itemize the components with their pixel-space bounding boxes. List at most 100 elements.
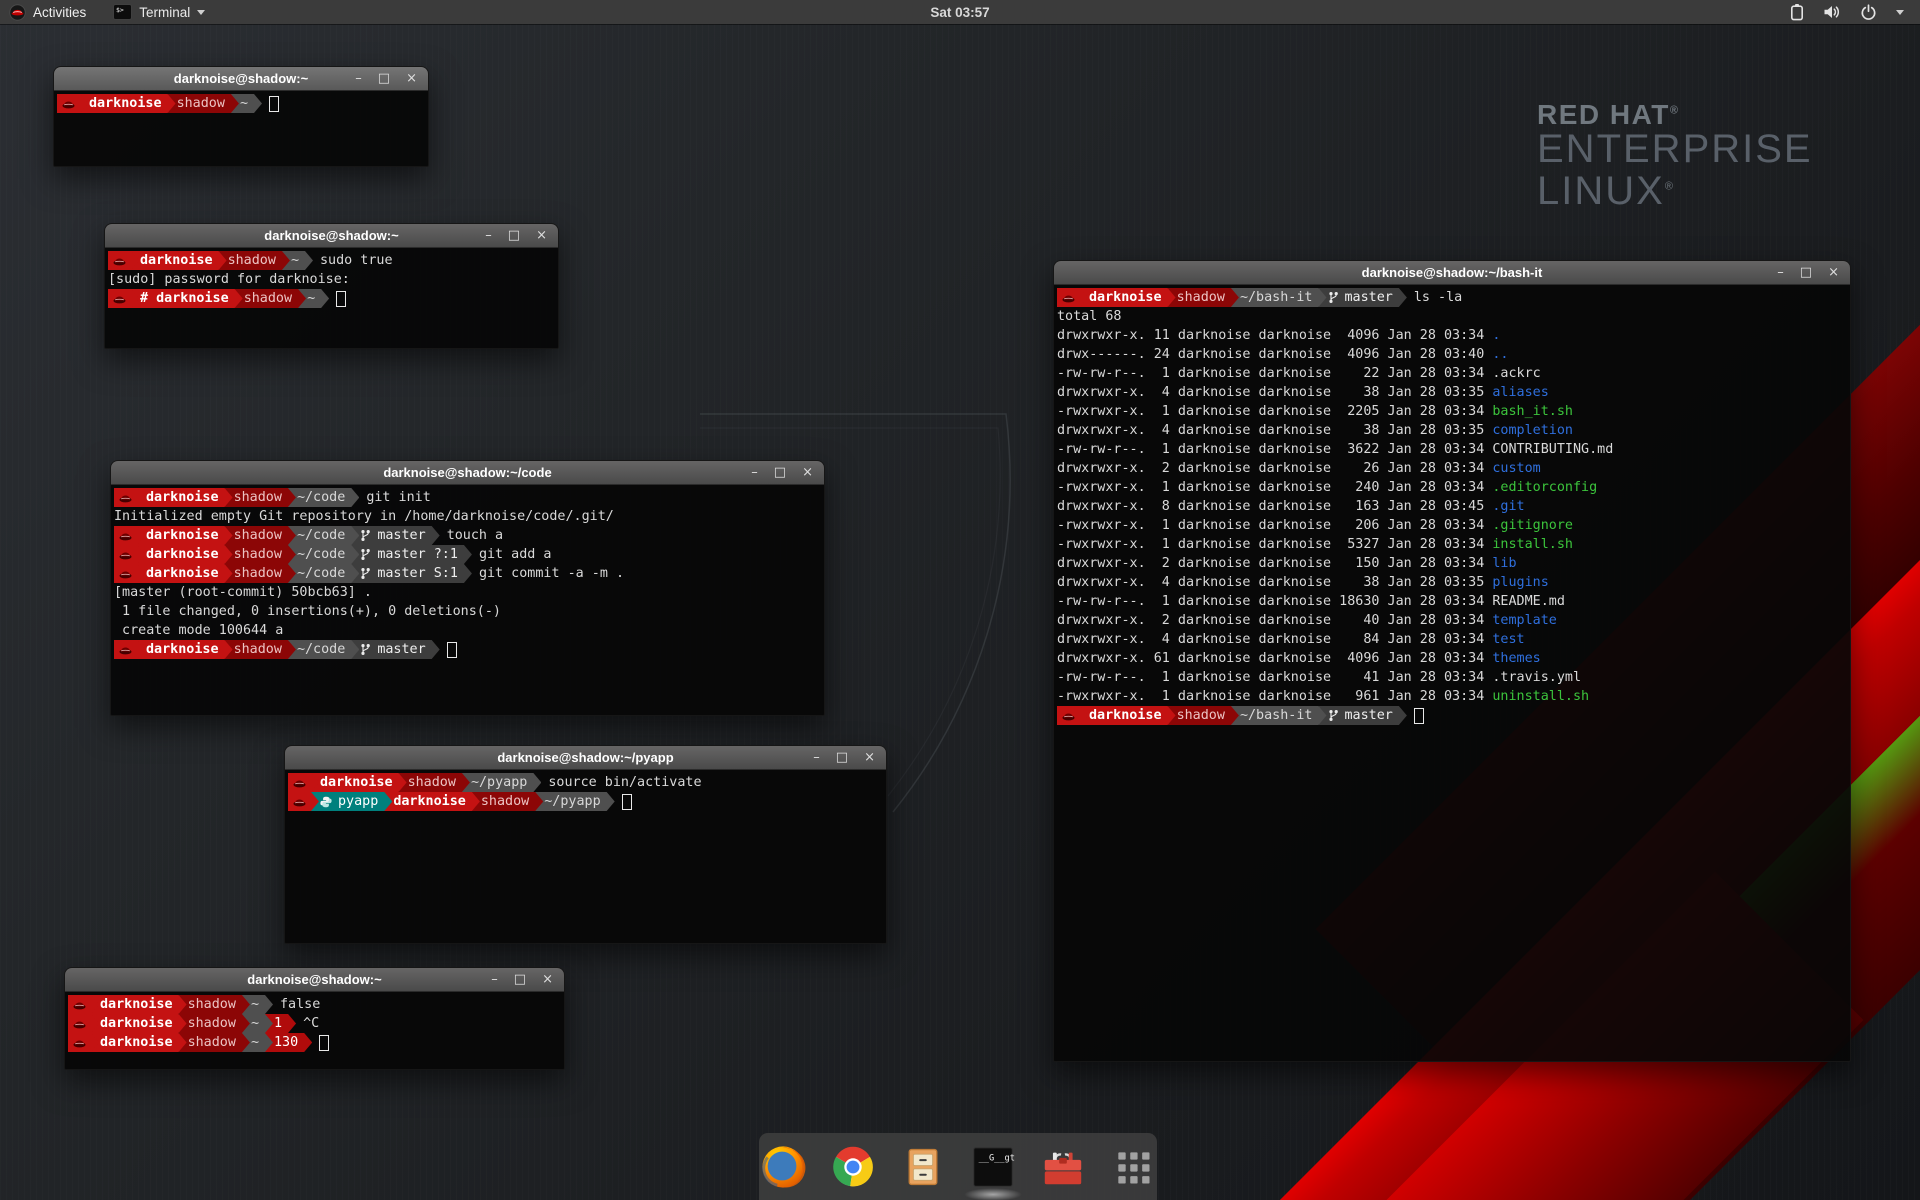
prompt-host-segment: shadow (472, 792, 543, 811)
minimize-button[interactable]: – (1777, 266, 1784, 279)
terminal-output-line: -rwxrwxr-x. 1 darknoise darknoise 961 Ja… (1057, 687, 1850, 706)
file-name: themes (1492, 649, 1540, 668)
power-icon[interactable] (1860, 4, 1877, 21)
prompt-user-segment: darknoise (137, 640, 233, 659)
minimize-button[interactable]: – (355, 72, 362, 85)
ls-meta: -rw-rw-r--. 1 darknoise darknoise 41 Jan… (1057, 668, 1492, 687)
command-text: false (280, 995, 320, 1014)
terminal-cursor (622, 794, 632, 810)
terminal-cursor (319, 1035, 329, 1051)
minimize-button[interactable]: – (485, 229, 492, 242)
close-button[interactable]: × (802, 466, 813, 479)
venv-label: pyapp (338, 792, 378, 811)
close-button[interactable]: × (1828, 266, 1839, 279)
prompt-branch-segment: master (351, 526, 439, 545)
terminal-window-pyapp: darknoise@shadow:~/pyapp – □ × darknoisesh… (284, 745, 887, 944)
redhat-icon (1062, 710, 1075, 721)
prompt-user-segment: darknoise (91, 995, 187, 1014)
terminal-window-exitcodes: darknoise@shadow:~ –□× darknoiseshadow~f… (64, 967, 565, 1070)
file-name: completion (1492, 421, 1573, 440)
redhat-icon (62, 98, 75, 109)
redhat-icon (1062, 292, 1075, 303)
file-name: uninstall.sh (1492, 687, 1589, 706)
window-title: darknoise@shadow:~ (264, 228, 398, 243)
dock-item-app-grid[interactable] (1109, 1142, 1157, 1192)
terminal-prompt-line: # darknoiseshadow~ (108, 289, 558, 308)
terminal-cursor (336, 291, 346, 307)
file-name: custom (1492, 459, 1540, 478)
terminal-output-line: -rwxrwxr-x. 1 darknoise darknoise 5327 J… (1057, 535, 1850, 554)
terminal-window-sudo: darknoise@shadow:~ – □ × darknoiseshadow~s… (104, 223, 559, 349)
file-name: aliases (1492, 383, 1548, 402)
prompt-branch-segment: master (1319, 706, 1407, 725)
terminal-content[interactable]: darknoiseshadow~/bash-itmasterls -latota… (1054, 285, 1850, 1061)
terminal-content[interactable]: darknoiseshadow~/codegit initInitialized… (111, 485, 824, 715)
dock: __G__gt; (759, 1133, 1157, 1200)
prompt-host-segment: shadow (179, 1033, 250, 1052)
chevron-down-icon[interactable] (1896, 10, 1904, 15)
titlebar[interactable]: darknoise@shadow:~/code –□× (111, 461, 824, 485)
battery-icon[interactable] (1790, 3, 1804, 21)
dock-item-terminal[interactable]: __G__gt; (969, 1142, 1017, 1192)
command-text: touch a (447, 526, 503, 545)
window-title: darknoise@shadow:~ (247, 972, 381, 987)
terminal-output-line: -rw-rw-r--. 1 darknoise darknoise 18630 … (1057, 592, 1850, 611)
prompt-user-segment: darknoise (1080, 706, 1176, 725)
terminal-content[interactable]: darknoiseshadow~ (54, 91, 428, 166)
close-button[interactable]: × (406, 72, 417, 85)
branch-label: master (1345, 288, 1393, 307)
minimize-button[interactable]: – (491, 973, 498, 986)
terminal-prompt-line: darknoiseshadow~130 (68, 1033, 564, 1052)
prompt-user-segment: darknoise (131, 251, 227, 270)
redhat-icon (119, 549, 132, 560)
maximize-button[interactable]: □ (514, 973, 526, 986)
dock-item-chrome[interactable] (829, 1142, 877, 1192)
ls-meta: -rwxrwxr-x. 1 darknoise darknoise 5327 J… (1057, 535, 1492, 554)
titlebar[interactable]: darknoise@shadow:~/pyapp – □ × (285, 746, 886, 770)
terminal-content[interactable]: darknoiseshadow~/pyappsource bin/activat… (285, 770, 886, 943)
volume-icon[interactable] (1823, 4, 1841, 20)
terminal-prompt-line: darknoiseshadow~sudo true (108, 251, 558, 270)
redhat-icon (73, 999, 86, 1010)
minimize-button[interactable]: – (751, 466, 758, 479)
close-button[interactable]: × (864, 751, 875, 764)
terminal-content[interactable]: darknoiseshadow~falsedarknoiseshadow~1^C… (65, 992, 564, 1069)
terminal-output-line: Initialized empty Git repository in /hom… (114, 507, 824, 526)
prompt-host-segment: shadow (235, 289, 306, 308)
clock[interactable]: Sat 03:57 (0, 5, 1920, 20)
ls-meta: drwxrwxr-x. 2 darknoise darknoise 40 Jan… (1057, 611, 1492, 630)
terminal-content[interactable]: darknoiseshadow~sudo true[sudo] password… (105, 248, 558, 348)
terminal-output-line: drwxrwxr-x. 8 darknoise darknoise 163 Ja… (1057, 497, 1850, 516)
titlebar[interactable]: darknoise@shadow:~/bash-it –□× (1054, 261, 1850, 285)
maximize-button[interactable]: □ (774, 466, 786, 479)
maximize-button[interactable]: □ (836, 751, 848, 764)
branch-label: master ?:1 (377, 545, 458, 564)
ls-meta: -rwxrwxr-x. 1 darknoise darknoise 206 Ja… (1057, 516, 1492, 535)
terminal-cursor (447, 642, 457, 658)
python-icon (320, 796, 332, 808)
file-name: README.md (1492, 592, 1565, 611)
toolbox-icon (1040, 1144, 1086, 1190)
close-button[interactable]: × (536, 229, 547, 242)
terminal-output-line: -rwxrwxr-x. 1 darknoise darknoise 206 Ja… (1057, 516, 1850, 535)
titlebar[interactable]: darknoise@shadow:~ – □ × (65, 968, 564, 992)
file-name: lib (1492, 554, 1516, 573)
git-branch-icon (360, 643, 371, 656)
ls-meta: drwx------. 24 darknoise darknoise 4096 … (1057, 345, 1492, 364)
maximize-button[interactable]: □ (378, 72, 390, 85)
file-name: CONTRIBUTING.md (1492, 440, 1613, 459)
maximize-button[interactable]: □ (1800, 266, 1812, 279)
window-title: darknoise@shadow:~/pyapp (497, 750, 673, 765)
terminal-prompt-line: darknoiseshadow~/codegit init (114, 488, 824, 507)
maximize-button[interactable]: □ (508, 229, 520, 242)
titlebar[interactable]: darknoise@shadow:~ – □ × (105, 224, 558, 248)
prompt-path-segment: ~/code (288, 488, 359, 507)
file-name: .. (1492, 345, 1508, 364)
titlebar[interactable]: darknoise@shadow:~ –□× (54, 67, 428, 91)
minimize-button[interactable]: – (813, 751, 820, 764)
dock-item-firefox[interactable] (759, 1142, 807, 1192)
close-button[interactable]: × (542, 973, 553, 986)
terminal-output-line: -rw-rw-r--. 1 darknoise darknoise 22 Jan… (1057, 364, 1850, 383)
dock-item-files[interactable] (899, 1142, 947, 1192)
dock-item-toolbox[interactable] (1039, 1142, 1087, 1192)
